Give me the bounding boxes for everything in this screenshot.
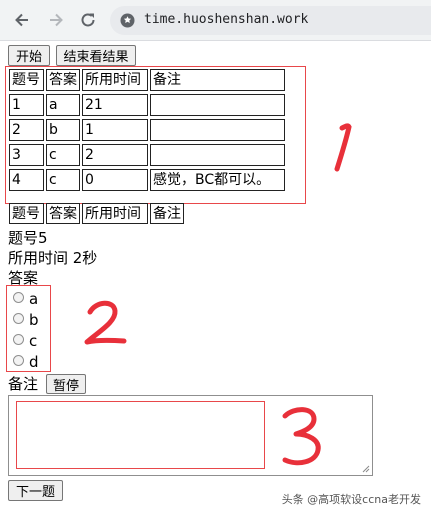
reload-button[interactable]: [76, 8, 100, 32]
address-bar[interactable]: time.huoshenshan.work: [110, 6, 431, 35]
elapsed-time: 所用时间 2秒: [8, 249, 98, 267]
site-info-icon[interactable]: [120, 13, 135, 28]
annotation-number-2: [84, 300, 127, 345]
question-number: 题号5: [8, 229, 48, 247]
back-button[interactable]: [10, 8, 34, 32]
pause-button[interactable]: 暂停: [46, 374, 86, 394]
question-header-cell: 答案: [46, 203, 80, 224]
next-question-button[interactable]: 下一题: [8, 480, 63, 501]
forward-button[interactable]: [44, 8, 68, 32]
annotation-number-1: [334, 123, 352, 172]
question-header-cell: 所用时间: [82, 203, 148, 224]
resize-grip-icon[interactable]: [361, 464, 370, 473]
question-header-cell: 备注: [150, 203, 184, 224]
browser-toolbar: time.huoshenshan.work: [0, 0, 431, 40]
note-label: 备注: [8, 375, 39, 393]
annotation-box-3: [16, 401, 265, 469]
question-header-cell: 题号: [9, 203, 44, 224]
start-button[interactable]: 开始: [8, 45, 50, 66]
annotation-number-3: [282, 407, 321, 466]
annotation-box-1: [5, 66, 306, 204]
reload-icon: [81, 13, 95, 27]
toolbar-divider: [0, 40, 431, 41]
watermark: 头条 @高项软设ccna老开发: [281, 493, 421, 506]
end-view-results-button[interactable]: 结束看结果: [56, 45, 136, 66]
url-text[interactable]: time.huoshenshan.work: [144, 12, 308, 27]
annotation-box-2: [6, 285, 51, 372]
arrow-left-icon: [15, 13, 28, 27]
arrow-right-icon: [50, 13, 63, 27]
